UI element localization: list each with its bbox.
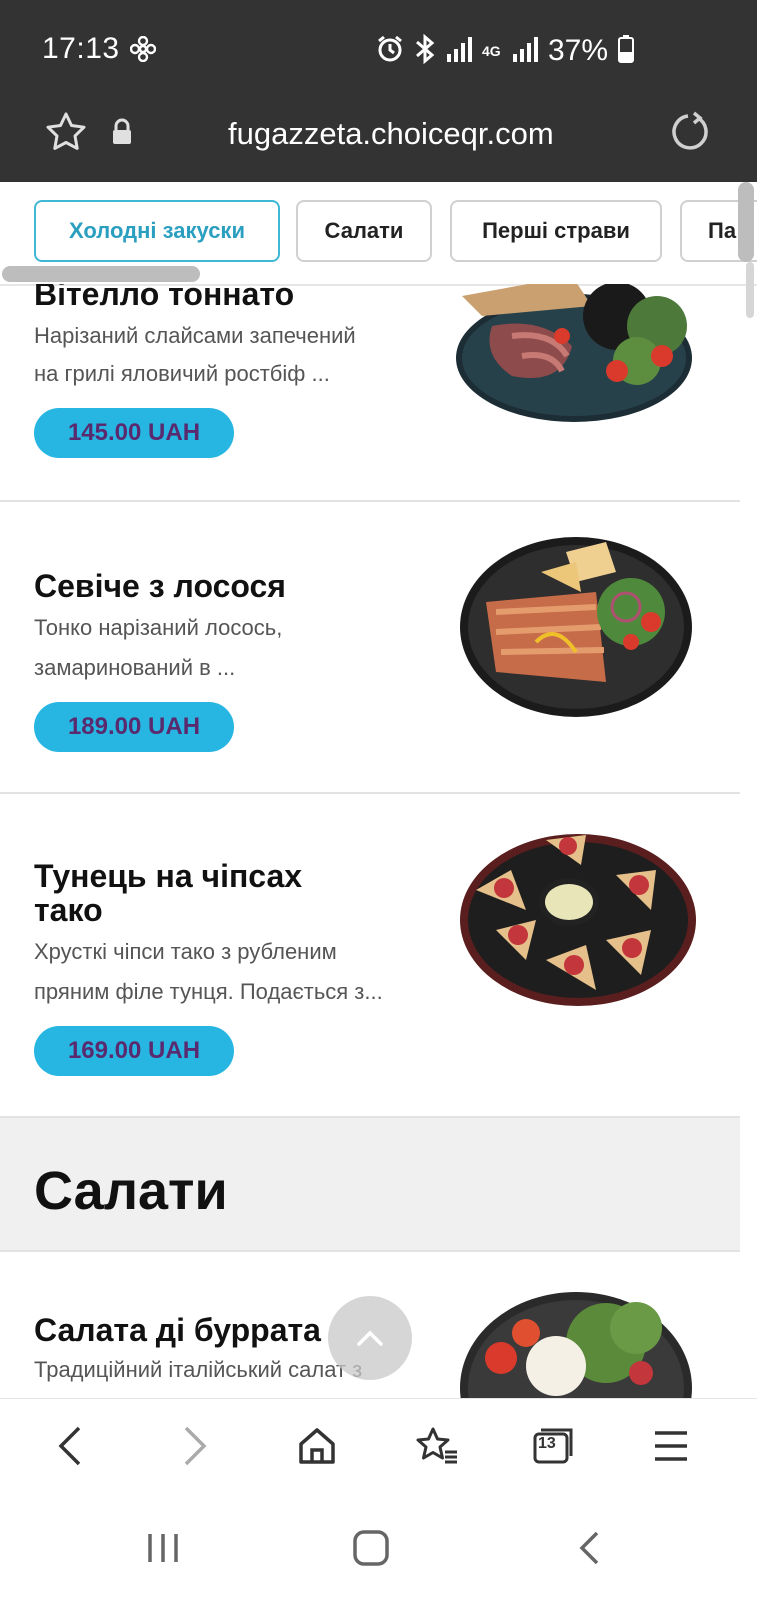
status-icons: 4G 37%: [376, 33, 635, 69]
alarm-icon: [376, 35, 404, 68]
tabs-count: 13: [538, 1435, 556, 1452]
dish-image[interactable]: [456, 830, 700, 1010]
menu-item[interactable]: Вітелло тоннато Нарізаний слайсами запеч…: [0, 284, 740, 502]
tab-cold-appetizers[interactable]: Холодні закуски: [34, 200, 280, 262]
tabs-icon[interactable]: 13: [528, 1421, 578, 1471]
section-header: Салати: [0, 1118, 740, 1252]
system-back-icon[interactable]: [564, 1526, 614, 1570]
item-description-line: Хрусткі чіпси тако з рубленим: [34, 939, 337, 964]
system-nav-bar: [0, 1490, 757, 1600]
home-icon[interactable]: [292, 1421, 342, 1471]
item-description-line: на грилі яловичий ростбіф ...: [34, 361, 330, 386]
scroll-to-top-button[interactable]: [328, 1296, 412, 1380]
item-title: Тунець на чіпсах: [34, 858, 303, 894]
vertical-scrollbar[interactable]: [738, 182, 754, 262]
price-badge[interactable]: 169.00 UAH: [34, 1026, 234, 1076]
battery-icon: [618, 34, 635, 68]
item-description-line: Нарізаний слайсами запечений: [34, 323, 356, 348]
status-bar: 17:13 4G 37%: [0, 0, 757, 100]
system-home-icon[interactable]: [346, 1526, 396, 1570]
menu-item[interactable]: Севіче з лосося Тонко нарізаний лосось, …: [0, 502, 740, 794]
bookmark-star-icon[interactable]: [44, 110, 88, 154]
menu-item[interactable]: Тунець на чіпсах тако Хрусткі чіпси тако…: [0, 794, 740, 1118]
browser-bottom-nav: 13: [0, 1398, 757, 1491]
price-badge[interactable]: 189.00 UAH: [34, 702, 234, 752]
signal-icon-2: [512, 36, 538, 67]
dish-image[interactable]: [452, 284, 702, 426]
url-text[interactable]: fugazzeta.choiceqr.com: [228, 116, 554, 152]
item-description-line: пряним філе тунця. Подається з...: [34, 979, 383, 1004]
signal-icon: [446, 36, 472, 67]
forward-icon[interactable]: [170, 1421, 220, 1471]
back-icon[interactable]: [45, 1421, 95, 1471]
item-title-line2: тако: [34, 892, 103, 928]
page-scrollbar[interactable]: [746, 262, 754, 318]
item-description-line: замаринований в ...: [34, 655, 236, 680]
section-title: Салати: [34, 1161, 228, 1221]
dish-image[interactable]: [456, 1288, 696, 1398]
bookmarks-icon[interactable]: [412, 1421, 462, 1471]
menu-icon[interactable]: [646, 1421, 696, 1471]
battery-percent: 37%: [548, 34, 609, 67]
browser-top-bar: 17:13 4G 37% fugazzeta.choiceqr.com: [0, 0, 757, 182]
tab-salads[interactable]: Салати: [296, 200, 432, 262]
item-title: Вітелло тоннато: [34, 284, 295, 312]
recent-apps-icon[interactable]: [138, 1526, 188, 1570]
item-description-line: Тонко нарізаний лосось,: [34, 615, 283, 640]
url-bar[interactable]: fugazzeta.choiceqr.com: [0, 100, 757, 182]
dish-image[interactable]: [456, 532, 696, 722]
reload-icon[interactable]: [668, 110, 712, 154]
fan-icon: [129, 35, 157, 67]
menu-list: Вітелло тоннато Нарізаний слайсами запеч…: [0, 284, 740, 1398]
horizontal-scrollbar[interactable]: [2, 266, 200, 282]
item-title: Севіче з лосося: [34, 568, 286, 604]
bluetooth-icon: [414, 33, 436, 69]
lock-icon: [110, 118, 134, 146]
network-type-icon: 4G: [482, 43, 501, 59]
status-time: 17:13: [42, 32, 120, 65]
tab-first-courses[interactable]: Перші страви: [450, 200, 662, 262]
price-badge[interactable]: 145.00 UAH: [34, 408, 234, 458]
